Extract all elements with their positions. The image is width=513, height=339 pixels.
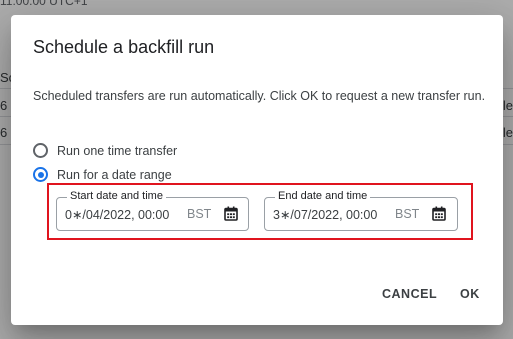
start-timezone: BST [187, 207, 212, 221]
ok-button[interactable]: OK [460, 287, 480, 301]
backfill-dialog: Schedule a backfill run Scheduled transf… [11, 15, 503, 325]
radio-checked-icon[interactable] [33, 167, 48, 182]
radio-unchecked-icon[interactable] [33, 143, 48, 158]
calendar-icon[interactable] [432, 206, 446, 221]
end-timezone: BST [395, 207, 420, 221]
end-date-label: End date and time [275, 190, 371, 203]
one-time-transfer-option[interactable]: Run one time transfer [33, 143, 177, 158]
dialog-title: Schedule a backfill run [33, 37, 215, 57]
start-date-label: Start date and time [67, 190, 166, 203]
date-range-label: Run for a date range [57, 167, 172, 182]
end-date-value[interactable]: 3∗/07/2022, 00:00 [273, 207, 377, 222]
calendar-icon[interactable] [224, 206, 238, 221]
date-range-option[interactable]: Run for a date range [33, 167, 172, 182]
end-date-field[interactable]: End date and time 3∗/07/2022, 00:00 BST [264, 190, 458, 231]
cancel-button[interactable]: CANCEL [382, 287, 437, 301]
start-date-value[interactable]: 0∗/04/2022, 00:00 [65, 207, 169, 222]
dialog-description: Scheduled transfers are run automaticall… [33, 89, 486, 103]
start-date-field[interactable]: Start date and time 0∗/04/2022, 00:00 BS… [56, 190, 249, 231]
one-time-transfer-label: Run one time transfer [57, 143, 178, 158]
